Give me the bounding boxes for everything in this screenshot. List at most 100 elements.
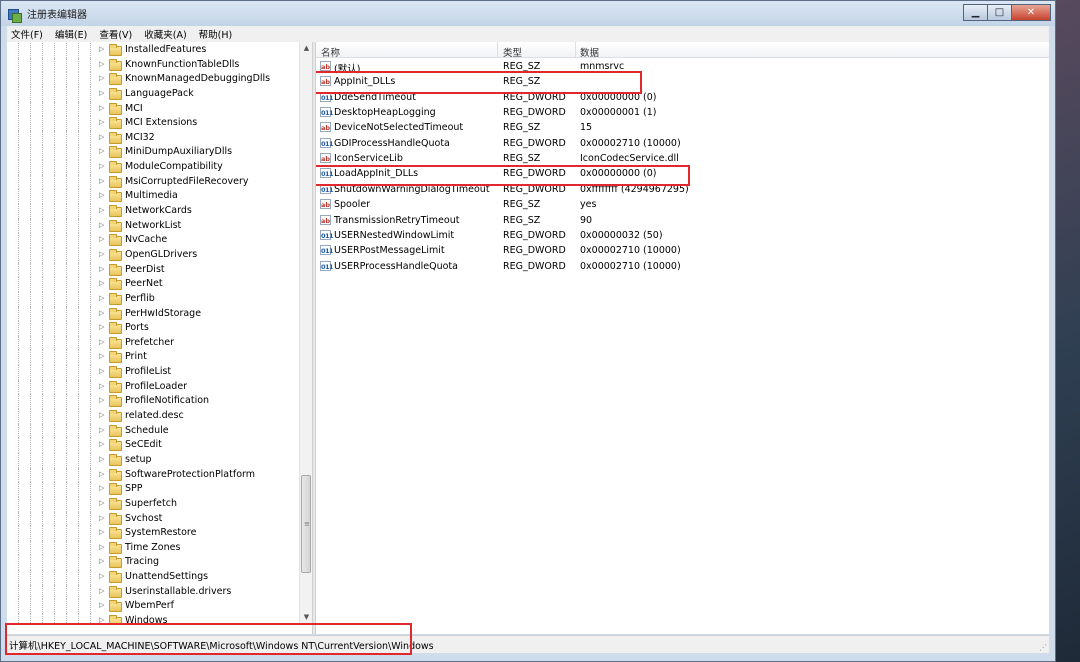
expand-arrow-icon[interactable]: ▷ xyxy=(99,309,104,317)
expand-arrow-icon[interactable]: ▷ xyxy=(99,382,104,390)
tree-item[interactable]: ▷ Ports xyxy=(7,321,303,336)
tree-item[interactable]: ▷ MCI xyxy=(7,101,303,117)
expand-arrow-icon[interactable]: ▷ xyxy=(99,60,104,68)
expand-arrow-icon[interactable]: ▷ xyxy=(99,221,104,229)
value-row[interactable]: 011 DdeSendTimeout REG_DWORD 0x00000000 (0) xyxy=(316,90,1016,105)
expand-arrow-icon[interactable]: ▷ xyxy=(99,133,104,141)
expand-arrow-icon[interactable]: ▷ xyxy=(99,411,104,419)
tree-item[interactable]: ▷ SystemRestore xyxy=(7,526,303,541)
tree-item[interactable]: ▷ Multimedia xyxy=(7,189,303,205)
tree-item[interactable]: ▷ NvCache xyxy=(7,233,303,248)
expand-arrow-icon[interactable]: ▷ xyxy=(99,484,104,492)
expand-arrow-icon[interactable]: ▷ xyxy=(99,514,104,522)
tree-item[interactable]: ▷ NetworkList xyxy=(7,218,303,234)
expand-arrow-icon[interactable]: ▷ xyxy=(99,177,104,185)
expand-arrow-icon[interactable]: ▷ xyxy=(99,89,104,97)
expand-arrow-icon[interactable]: ▷ xyxy=(99,104,104,112)
expand-arrow-icon[interactable]: ▷ xyxy=(99,601,104,609)
tree-item[interactable]: ▷ OpenGLDrivers xyxy=(7,247,303,263)
tree-item[interactable]: ▷ KnownFunctionTableDlls xyxy=(7,57,303,73)
registry-tree[interactable]: ▷ InstalledFeatures ▷ KnownFunctionTableDll… xyxy=(7,42,312,624)
expand-arrow-icon[interactable]: ▷ xyxy=(99,470,104,478)
tree-item[interactable]: ▷ Schedule xyxy=(7,423,303,439)
minimize-button[interactable]: ▁ xyxy=(963,4,987,21)
expand-arrow-icon[interactable]: ▷ xyxy=(99,162,104,170)
expand-arrow-icon[interactable]: ▷ xyxy=(99,440,104,448)
expand-arrow-icon[interactable]: ▷ xyxy=(99,323,104,331)
column-divider[interactable] xyxy=(497,42,498,58)
expand-arrow-icon[interactable]: ▷ xyxy=(99,499,104,507)
value-row[interactable]: 011 USERProcessHandleQuota REG_DWORD 0x0000… xyxy=(316,259,1016,274)
tree-item[interactable]: ▷ ModuleCompatibility xyxy=(7,160,303,175)
expand-arrow-icon[interactable]: ▷ xyxy=(99,616,104,624)
expand-arrow-icon[interactable]: ▷ xyxy=(99,455,104,463)
value-row[interactable]: 011 LoadAppInit_DLLs REG_DWORD 0x00000000 (… xyxy=(316,166,1016,181)
close-button[interactable]: ✕ xyxy=(1011,4,1051,21)
value-row[interactable]: 011 GDIProcessHandleQuota REG_DWORD 0x00002… xyxy=(316,136,1016,151)
tree-vertical-scrollbar[interactable]: ▲ ≡ ▼ xyxy=(299,42,312,624)
expand-arrow-icon[interactable]: ▷ xyxy=(99,543,104,551)
tree-item[interactable]: ▷ InstalledFeatures xyxy=(7,43,303,58)
menu-view[interactable]: 查看(V) xyxy=(99,27,132,41)
expand-arrow-icon[interactable]: ▷ xyxy=(99,294,104,302)
tree-item[interactable]: ▷ PeerNet xyxy=(7,277,303,292)
tree-item[interactable]: ▷ ProfileList xyxy=(7,365,303,380)
expand-arrow-icon[interactable]: ▷ xyxy=(99,74,104,82)
tree-item[interactable]: ▷ MiniDumpAuxiliaryDlls xyxy=(7,145,303,161)
expand-arrow-icon[interactable]: ▷ xyxy=(99,572,104,580)
tree-item[interactable]: ▷ setup xyxy=(7,452,303,468)
value-row[interactable]: ab Spooler REG_SZ yes xyxy=(316,197,1016,212)
expand-arrow-icon[interactable]: ▷ xyxy=(99,426,104,434)
expand-arrow-icon[interactable]: ▷ xyxy=(99,367,104,375)
tree-item[interactable]: ▷ related.desc xyxy=(7,409,303,424)
tree-item[interactable]: ▷ PerHwIdStorage xyxy=(7,306,303,322)
value-row[interactable]: ab TransmissionRetryTimeout REG_SZ 90 xyxy=(316,213,1016,228)
expand-arrow-icon[interactable]: ▷ xyxy=(99,338,104,346)
tree-item[interactable]: ▷ Svchost xyxy=(7,511,303,527)
value-list[interactable]: 名称 类型 数据 ab (默认) REG_SZ mnmsrvc ab AppInit_DL… xyxy=(316,42,1049,634)
scroll-down-arrow-icon[interactable]: ▼ xyxy=(300,611,312,624)
tree-item[interactable]: ▷ Userinstallable.drivers xyxy=(7,584,303,600)
column-name-header[interactable]: 名称 xyxy=(321,45,340,59)
expand-arrow-icon[interactable]: ▷ xyxy=(99,250,104,258)
tree-item[interactable]: ▷ Tracing xyxy=(7,555,303,571)
tree-item[interactable]: ▷ Time Zones xyxy=(7,540,303,556)
resize-grip-icon[interactable]: ⋰ xyxy=(1039,643,1047,652)
scroll-up-arrow-icon[interactable]: ▲ xyxy=(300,42,312,55)
menu-help[interactable]: 帮助(H) xyxy=(199,27,233,41)
column-data-header[interactable]: 数据 xyxy=(580,45,599,59)
expand-arrow-icon[interactable]: ▷ xyxy=(99,206,104,214)
tree-item[interactable]: ▷ WbemPerf xyxy=(7,599,303,614)
menu-edit[interactable]: 编辑(E) xyxy=(55,27,87,41)
tree-item[interactable]: ▷ Windows xyxy=(7,613,303,624)
tree-item[interactable]: ▷ Superfetch xyxy=(7,496,303,512)
value-row[interactable]: ab IconServiceLib REG_SZ IconCodecService.d… xyxy=(316,151,1016,166)
expand-arrow-icon[interactable]: ▷ xyxy=(99,191,104,199)
value-row[interactable]: 011 USERNestedWindowLimit REG_DWORD 0x00000… xyxy=(316,228,1016,243)
value-row[interactable]: 011 ShutdownWarningDialogTimeout REG_DWORD… xyxy=(316,182,1016,197)
expand-arrow-icon[interactable]: ▷ xyxy=(99,557,104,565)
tree-item[interactable]: ▷ NetworkCards xyxy=(7,204,303,219)
tree-item[interactable]: ▷ PeerDist xyxy=(7,262,303,278)
expand-arrow-icon[interactable]: ▷ xyxy=(99,147,104,155)
tree-item[interactable]: ▷ SoftwareProtectionPlatform xyxy=(7,467,303,483)
expand-arrow-icon[interactable]: ▷ xyxy=(99,118,104,126)
menu-file[interactable]: 文件(F) xyxy=(11,27,43,41)
expand-arrow-icon[interactable]: ▷ xyxy=(99,352,104,360)
title-bar[interactable]: 注册表编辑器 ▁ □ ✕ xyxy=(1,1,1055,26)
scroll-thumb[interactable]: ≡ xyxy=(301,475,311,573)
column-type-header[interactable]: 类型 xyxy=(503,45,522,59)
value-row[interactable]: ab AppInit_DLLs REG_SZ xyxy=(316,74,1016,89)
tree-item[interactable]: ▷ UnattendSettings xyxy=(7,570,303,585)
tree-item[interactable]: ▷ MCI Extensions xyxy=(7,116,303,131)
tree-item[interactable]: ▷ SeCEdit xyxy=(7,438,303,453)
column-divider[interactable] xyxy=(575,42,576,58)
maximize-button[interactable]: □ xyxy=(987,4,1011,21)
expand-arrow-icon[interactable]: ▷ xyxy=(99,587,104,595)
tree-item[interactable]: ▷ LanguagePack xyxy=(7,86,303,102)
expand-arrow-icon[interactable]: ▷ xyxy=(99,45,104,53)
value-row[interactable]: ab (默认) REG_SZ mnmsrvc xyxy=(316,59,1016,75)
tree-item[interactable]: ▷ KnownManagedDebuggingDlls xyxy=(7,72,303,87)
expand-arrow-icon[interactable]: ▷ xyxy=(99,265,104,273)
value-row[interactable]: 011 USERPostMessageLimit REG_DWORD 0x000027… xyxy=(316,243,1016,258)
